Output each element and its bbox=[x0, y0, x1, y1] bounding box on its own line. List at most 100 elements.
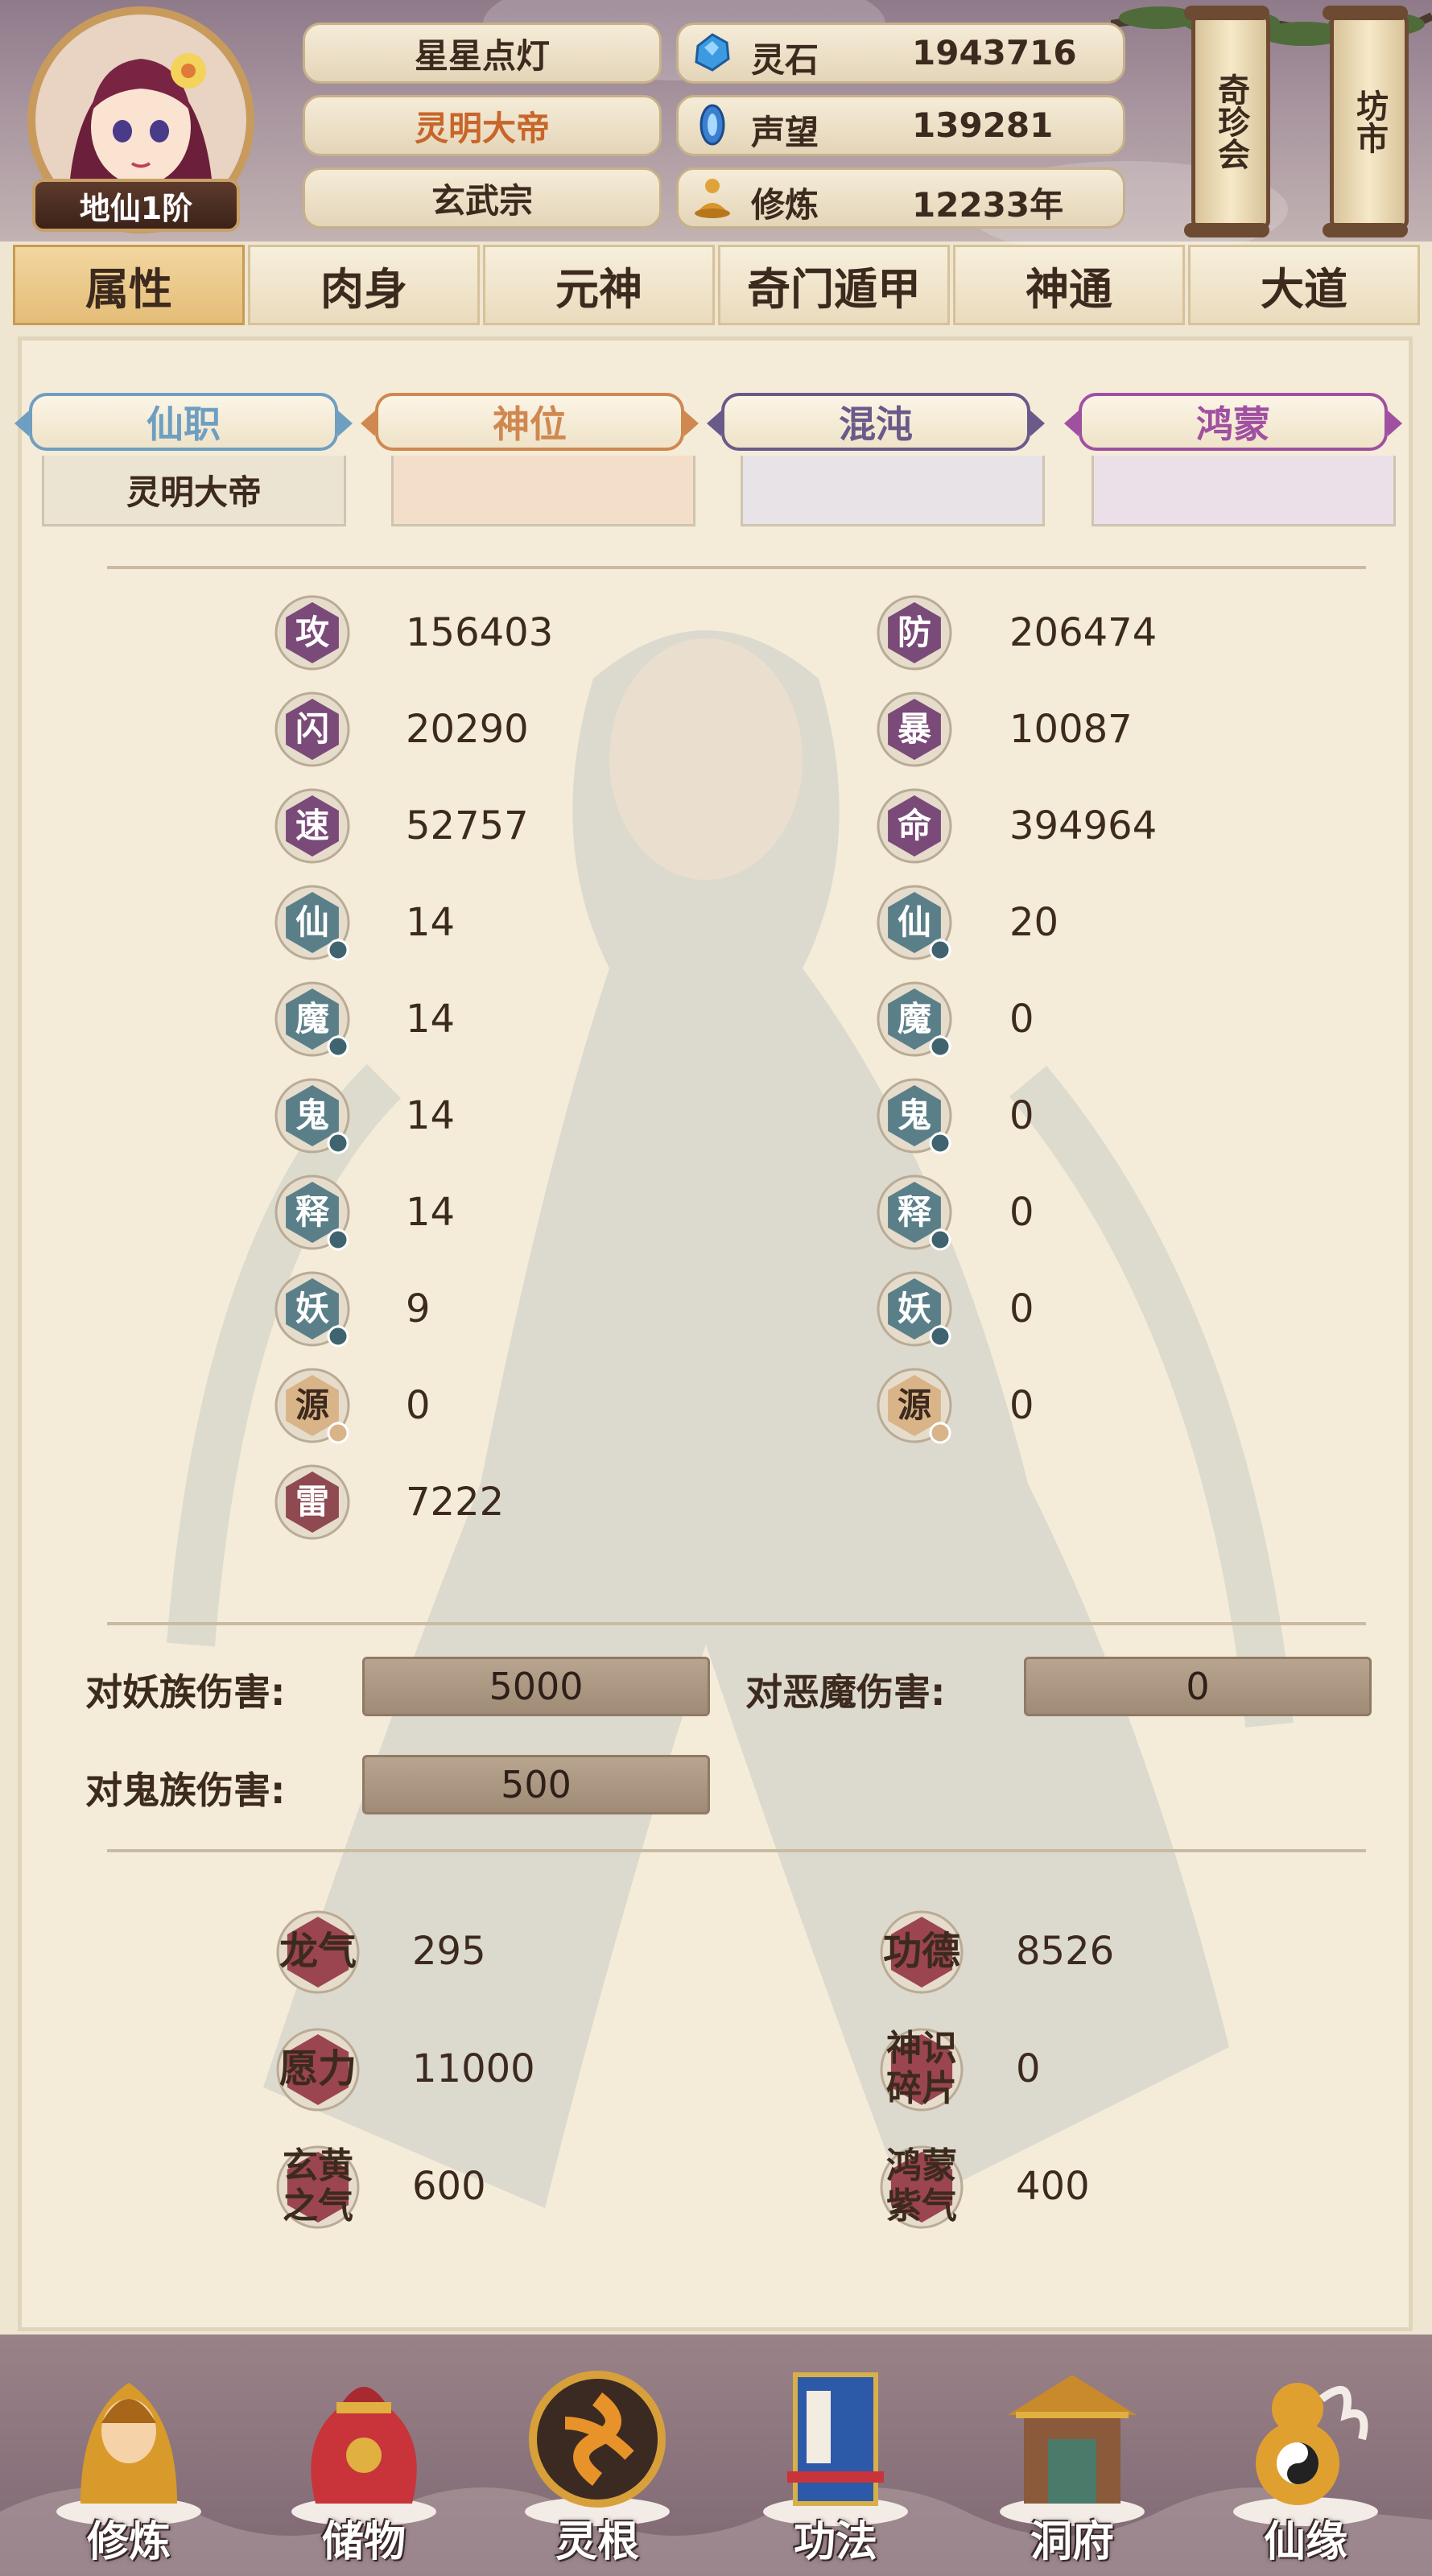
position-value-hongmeng bbox=[1092, 456, 1396, 526]
stat-value: 0 bbox=[1009, 997, 1034, 1042]
stat-value: 20290 bbox=[406, 707, 529, 752]
position-header-hongmeng[interactable]: 鸿蒙 bbox=[1064, 393, 1402, 454]
resource-cultivation: 修炼 12233年 bbox=[676, 167, 1125, 229]
stat-icon-glyph: 暴 bbox=[898, 709, 931, 749]
stat-icon-glyph: 命 bbox=[898, 806, 931, 845]
stat-value: 0 bbox=[1009, 1190, 1034, 1235]
resource-value: 139281 bbox=[912, 105, 1054, 145]
stat-icon-glyph: 闪 bbox=[295, 709, 329, 749]
stat-icon-glyph: 释 bbox=[295, 1192, 330, 1232]
treasure-fair-button[interactable]: 奇珍会 bbox=[1184, 6, 1270, 237]
market-button[interactable]: 坊市 bbox=[1323, 6, 1409, 237]
nav-spirit-root[interactable]: 灵根 bbox=[509, 2343, 686, 2576]
position-header-label: 混沌 bbox=[839, 402, 913, 446]
stat-value: 14 bbox=[406, 997, 456, 1042]
resource-value: 12233年 bbox=[912, 185, 1064, 225]
position-value-xianzhi: 灵明大帝 bbox=[42, 456, 346, 526]
stat-value: 7222 bbox=[406, 1480, 505, 1525]
position-header-shenwei[interactable]: 神位 bbox=[361, 393, 699, 454]
tab-great-dao[interactable]: 大道 bbox=[1188, 245, 1420, 325]
stat-icon-glyph: 防 bbox=[898, 613, 931, 652]
nav-label: 储物 bbox=[321, 2518, 406, 2566]
stat-value: 14 bbox=[406, 1093, 456, 1138]
resource-spirit-stone: 灵石 1943716 bbox=[676, 23, 1125, 84]
position-value-hundun bbox=[741, 456, 1045, 526]
stat-value: 9 bbox=[406, 1286, 431, 1331]
stat-icon-glyph: 仙 bbox=[898, 902, 931, 942]
stat-icon: 仙 bbox=[877, 885, 952, 961]
tab-attributes[interactable]: 属性 bbox=[13, 245, 245, 325]
nav-techniques[interactable]: 功法 bbox=[747, 2343, 924, 2576]
stat-value: 0 bbox=[1009, 1286, 1034, 1331]
cave-residence-icon bbox=[1000, 2375, 1145, 2526]
nav-cultivate[interactable]: 修炼 bbox=[40, 2343, 217, 2576]
tab-qimen-dunjia[interactable]: 奇门遁甲 bbox=[718, 245, 950, 325]
tab-spirit[interactable]: 元神 bbox=[483, 245, 715, 325]
damage-vs-demon-race-label: 对妖族伤害: bbox=[85, 1670, 286, 1714]
misc-attribute-value: 11000 bbox=[412, 2046, 535, 2091]
damage-vs-devil-value: 0 bbox=[1024, 1657, 1372, 1716]
stat-icon-glyph: 速 bbox=[295, 806, 329, 845]
stat-icon: 释 bbox=[877, 1174, 952, 1251]
meditating-monk-icon bbox=[56, 2383, 201, 2526]
misc-attribute-label: 功德 bbox=[882, 1929, 960, 1974]
nav-cave-residence[interactable]: 洞府 bbox=[984, 2343, 1161, 2576]
damage-vs-ghost-race-label: 对鬼族伤害: bbox=[85, 1769, 286, 1812]
stat-value: 0 bbox=[1009, 1093, 1034, 1138]
misc-attribute-label: 龙气 bbox=[279, 1929, 357, 1974]
misc-attribute-value: 8526 bbox=[1016, 1929, 1115, 1974]
stat-icon: 速 bbox=[274, 788, 350, 864]
position-header-hundun[interactable]: 混沌 bbox=[707, 393, 1045, 454]
resource-prestige: 声望 139281 bbox=[676, 95, 1125, 156]
stat-value: 14 bbox=[406, 1190, 456, 1235]
resource-label: 声望 bbox=[751, 113, 819, 152]
nav-storage[interactable]: 储物 bbox=[275, 2343, 452, 2576]
stat-icon: 释 bbox=[274, 1174, 350, 1251]
stat-icon-glyph: 源 bbox=[295, 1385, 329, 1425]
stat-icon: 魔 bbox=[877, 981, 952, 1058]
technique-book-icon bbox=[763, 2372, 908, 2526]
player-sect: 玄武宗 bbox=[303, 167, 662, 229]
damage-vs-ghost-race-value: 500 bbox=[362, 1755, 710, 1814]
stat-icon: 妖 bbox=[274, 1271, 350, 1348]
position-header-label: 鸿蒙 bbox=[1196, 402, 1270, 446]
divider bbox=[107, 1849, 1366, 1852]
stat-icon-glyph: 妖 bbox=[295, 1289, 329, 1328]
tab-powers[interactable]: 神通 bbox=[953, 245, 1185, 325]
stat-icon-glyph: 源 bbox=[898, 1385, 931, 1425]
spirit-root-icon bbox=[525, 2371, 670, 2526]
stat-icon: 防 bbox=[877, 595, 952, 671]
stat-icon-glyph: 魔 bbox=[898, 999, 931, 1038]
stat-icon: 妖 bbox=[877, 1271, 952, 1348]
misc-attribute-value: 600 bbox=[412, 2164, 486, 2209]
resource-value: 1943716 bbox=[912, 33, 1077, 72]
resource-label: 修炼 bbox=[751, 185, 819, 225]
prestige-icon bbox=[699, 104, 725, 146]
tab-body[interactable]: 肉身 bbox=[248, 245, 480, 325]
nav-label: 修炼 bbox=[86, 2518, 171, 2566]
stat-value: 14 bbox=[406, 900, 456, 945]
stat-icon: 魔 bbox=[274, 981, 350, 1058]
nav-label: 功法 bbox=[793, 2518, 877, 2566]
stat-icon: 源 bbox=[877, 1368, 952, 1444]
cultivation-icon bbox=[695, 179, 730, 218]
stat-icon: 命 bbox=[877, 788, 952, 864]
stat-icon: 鬼 bbox=[274, 1078, 350, 1154]
position-value-shenwei bbox=[391, 456, 695, 526]
misc-attribute-label: 玄黄之气 bbox=[283, 2145, 353, 2227]
divider bbox=[107, 1622, 1366, 1625]
misc-attribute-value: 0 bbox=[1016, 2046, 1041, 2091]
stat-value: 0 bbox=[406, 1383, 431, 1428]
stat-icon: 攻 bbox=[274, 595, 350, 671]
misc-attribute-label: 愿力 bbox=[279, 2046, 357, 2091]
nav-immortal-fate[interactable]: 仙缘 bbox=[1217, 2343, 1394, 2576]
stat-value: 0 bbox=[1009, 1383, 1034, 1428]
stat-icon: 暴 bbox=[877, 691, 952, 767]
main-tabs: 属性 肉身 元神 奇门遁甲 神通 大道 bbox=[13, 245, 1420, 328]
position-header-label: 仙职 bbox=[147, 402, 221, 446]
position-header-xianzhi[interactable]: 仙职 bbox=[14, 393, 353, 454]
stat-icon-glyph: 魔 bbox=[295, 999, 329, 1038]
stat-value: 20 bbox=[1009, 900, 1059, 945]
treasure-fair-label: 奇珍会 bbox=[1212, 73, 1249, 170]
stat-icon-glyph: 仙 bbox=[295, 902, 329, 942]
